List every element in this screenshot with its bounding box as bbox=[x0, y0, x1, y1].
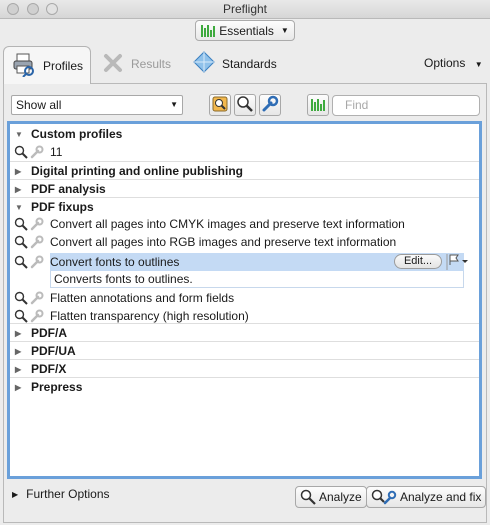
title-bar: Preflight bbox=[0, 0, 490, 19]
workspace-label: Essentials bbox=[219, 23, 274, 38]
options-menu[interactable]: Options ▼ bbox=[424, 56, 483, 70]
wrench-icon bbox=[30, 255, 44, 269]
printer-icon bbox=[11, 51, 37, 80]
triangle-down-icon[interactable]: ▼ bbox=[15, 203, 23, 212]
bar-chart-icon bbox=[201, 24, 216, 37]
chevron-down-icon: ▼ bbox=[170, 100, 178, 109]
group-pdfx[interactable]: ▶ PDF/X bbox=[10, 359, 479, 378]
magnifier-icon bbox=[14, 217, 28, 231]
group-pdfa[interactable]: ▶ PDF/A bbox=[10, 323, 479, 342]
list-item[interactable]: Convert all pages into RGB images and pr… bbox=[10, 233, 479, 251]
item-label: Flatten transparency (high resolution) bbox=[50, 309, 249, 323]
select-profiles-button[interactable] bbox=[209, 94, 231, 116]
fixup-button[interactable] bbox=[259, 94, 281, 116]
item-label: Convert all pages into CMYK images and p… bbox=[50, 217, 405, 231]
analyze-and-fix-label: Analyze and fix bbox=[400, 490, 482, 504]
analyze-label: Analyze bbox=[319, 490, 362, 504]
list-item[interactable]: Convert all pages into CMYK images and p… bbox=[10, 215, 479, 233]
item-label: Flatten annotations and form fields bbox=[50, 291, 235, 305]
triangle-right-icon[interactable]: ▶ bbox=[15, 347, 21, 356]
group-label: Custom profiles bbox=[31, 127, 123, 141]
group-custom-profiles[interactable]: ▼ Custom profiles bbox=[10, 125, 479, 143]
group-digital-printing[interactable]: ▶ Digital printing and online publishing bbox=[10, 161, 479, 180]
diamond-icon bbox=[192, 50, 216, 77]
triangle-right-icon: ▶ bbox=[12, 489, 19, 499]
further-options-label: Further Options bbox=[26, 487, 110, 501]
tab-results-label: Results bbox=[131, 56, 172, 71]
wrench-cross-icon bbox=[103, 51, 125, 76]
group-label: PDF/UA bbox=[31, 344, 76, 358]
edit-button[interactable]: Edit... bbox=[394, 254, 442, 269]
profile-filter-select[interactable]: Show all ▼ bbox=[11, 95, 183, 115]
magnifier-icon bbox=[300, 489, 316, 505]
item-label: Convert fonts to outlines bbox=[50, 255, 180, 269]
magnifier-icon bbox=[14, 255, 28, 269]
item-label: Convert all pages into RGB images and pr… bbox=[50, 235, 397, 249]
wrench-icon bbox=[30, 309, 44, 323]
chevron-down-icon: ▼ bbox=[280, 26, 289, 35]
chevron-down-icon: ▼ bbox=[474, 60, 483, 69]
profile-filter-value: Show all bbox=[16, 98, 62, 112]
profiles-tree[interactable]: ▼ Custom profiles 11 ▶ Digital printing … bbox=[7, 121, 482, 479]
analyze-button[interactable]: Analyze bbox=[295, 486, 367, 508]
profile-icons bbox=[14, 309, 44, 323]
workspace-dropdown[interactable]: Essentials ▼ bbox=[195, 20, 295, 41]
wrench-icon bbox=[30, 235, 44, 249]
analyze-and-fix-button[interactable]: Analyze and fix bbox=[366, 486, 487, 508]
group-label: Prepress bbox=[31, 380, 83, 394]
group-pdf-fixups[interactable]: ▼ PDF fixups bbox=[10, 197, 479, 216]
tab-profiles-label: Profiles bbox=[43, 58, 84, 73]
group-label: PDF/A bbox=[31, 326, 67, 340]
wrench-icon bbox=[261, 95, 279, 116]
group-label: PDF analysis bbox=[31, 182, 106, 196]
triangle-right-icon[interactable]: ▶ bbox=[15, 383, 21, 392]
magnifier-icon bbox=[14, 309, 28, 323]
triangle-right-icon[interactable]: ▶ bbox=[15, 365, 21, 374]
profile-tools-icon bbox=[211, 95, 229, 116]
wrench-icon bbox=[30, 217, 44, 231]
wrench-icon bbox=[30, 291, 44, 305]
profile-icons bbox=[14, 145, 44, 159]
list-item[interactable]: Flatten annotations and form fields bbox=[10, 289, 479, 307]
selected-description: Converts fonts to outlines. bbox=[50, 271, 464, 288]
options-label: Options bbox=[424, 56, 466, 70]
group-prepress[interactable]: ▶ Prepress bbox=[10, 377, 479, 396]
list-item[interactable]: 11 bbox=[10, 143, 479, 161]
profile-icons bbox=[14, 235, 44, 249]
tab-profiles[interactable]: Profiles bbox=[3, 46, 91, 84]
window-title: Preflight bbox=[222, 2, 268, 16]
magnifier-wrench-icon bbox=[371, 489, 397, 505]
tab-standards[interactable]: Standards bbox=[192, 45, 277, 82]
magnifier-icon bbox=[236, 95, 254, 116]
magnifier-icon bbox=[14, 235, 28, 249]
group-pdf-analysis[interactable]: ▶ PDF analysis bbox=[10, 179, 479, 198]
search-input[interactable]: Find bbox=[332, 95, 480, 116]
group-pdfua[interactable]: ▶ PDF/UA bbox=[10, 341, 479, 360]
wrench-icon bbox=[30, 145, 44, 159]
tab-standards-label: Standards bbox=[222, 56, 277, 71]
profile-icons bbox=[14, 291, 44, 305]
audit-button[interactable] bbox=[307, 94, 329, 116]
tab-results[interactable]: Results bbox=[103, 45, 171, 82]
triangle-right-icon[interactable]: ▶ bbox=[15, 185, 21, 194]
triangle-down-icon[interactable]: ▼ bbox=[15, 130, 23, 139]
flag-icon bbox=[446, 254, 468, 270]
profile-icons bbox=[14, 217, 44, 231]
group-label: Digital printing and online publishing bbox=[31, 164, 243, 178]
further-options-toggle[interactable]: ▶ Further Options bbox=[12, 487, 110, 501]
triangle-right-icon[interactable]: ▶ bbox=[15, 167, 21, 176]
magnifier-icon bbox=[14, 145, 28, 159]
triangle-right-icon[interactable]: ▶ bbox=[15, 329, 21, 338]
item-label: 11 bbox=[50, 145, 63, 159]
group-label: PDF/X bbox=[31, 362, 67, 376]
bar-chart-icon bbox=[311, 99, 325, 111]
profile-icons bbox=[14, 255, 44, 269]
inspect-button[interactable] bbox=[234, 94, 256, 116]
magnifier-icon bbox=[14, 291, 28, 305]
group-label: PDF fixups bbox=[31, 200, 94, 214]
